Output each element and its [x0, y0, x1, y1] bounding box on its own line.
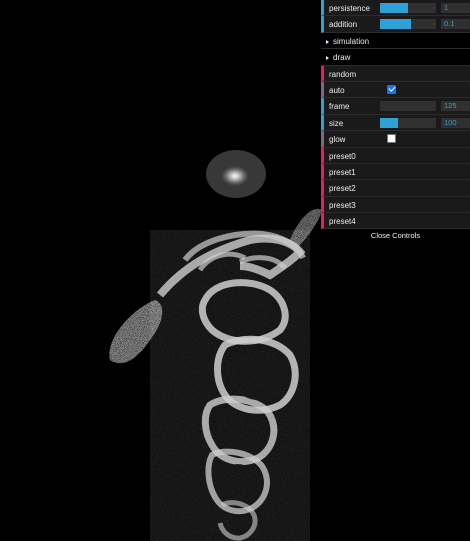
persistence-slider-fill [380, 3, 408, 13]
preset1-button[interactable]: preset1 [321, 163, 470, 181]
preset4-label: preset4 [329, 217, 356, 227]
auto-checkbox[interactable] [387, 84, 396, 94]
size-label: size [329, 118, 344, 128]
glow-control: glow [321, 131, 470, 148]
size-control: size 100 [321, 114, 470, 132]
persistence-control: persistence 1 [321, 0, 470, 17]
glow-label: glow [329, 135, 346, 145]
frame-value[interactable]: 125 [441, 101, 470, 112]
preset2-label: preset2 [329, 184, 356, 194]
addition-control: addition 0.1 [321, 16, 470, 33]
folder-draw-label: draw [333, 53, 351, 63]
size-slider[interactable] [380, 117, 436, 128]
preset1-label: preset1 [329, 167, 356, 177]
persistence-value[interactable]: 1 [441, 3, 470, 13]
addition-slider-fill [380, 19, 411, 30]
folder-draw[interactable]: draw [321, 49, 470, 66]
preset3-button[interactable]: preset3 [321, 196, 470, 214]
folder-simulation-label: simulation [333, 36, 370, 46]
addition-label: addition [329, 20, 358, 30]
preset0-button[interactable]: preset0 [321, 147, 470, 164]
figure-head-blob [206, 150, 266, 198]
size-slider-fill [380, 117, 399, 128]
folder-triangle-icon [326, 56, 329, 61]
controls-panel: persistence 1 addition 0.1 simulation dr… [321, 0, 470, 244]
random-button[interactable]: random [321, 65, 470, 82]
preset3-label: preset3 [329, 200, 356, 210]
preset2-button[interactable]: preset2 [321, 180, 470, 197]
folder-triangle-icon [326, 39, 329, 44]
addition-slider[interactable] [380, 19, 436, 30]
folder-simulation[interactable]: simulation [321, 32, 470, 50]
frame-control: frame 125 [321, 98, 470, 115]
close-controls-button[interactable]: Close Controls [321, 229, 470, 244]
persistence-slider[interactable] [380, 3, 436, 13]
auto-label: auto [329, 85, 345, 95]
glow-checkbox[interactable] [387, 134, 396, 144]
addition-value[interactable]: 0.1 [441, 19, 470, 30]
preset0-label: preset0 [329, 151, 356, 161]
frame-label: frame [329, 102, 350, 112]
auto-control: auto [321, 81, 470, 99]
persistence-label: persistence [329, 4, 370, 13]
random-label: random [329, 69, 357, 79]
size-value[interactable]: 100 [441, 117, 470, 128]
frame-slider[interactable] [380, 101, 436, 112]
preset4-button[interactable]: preset4 [321, 213, 470, 230]
